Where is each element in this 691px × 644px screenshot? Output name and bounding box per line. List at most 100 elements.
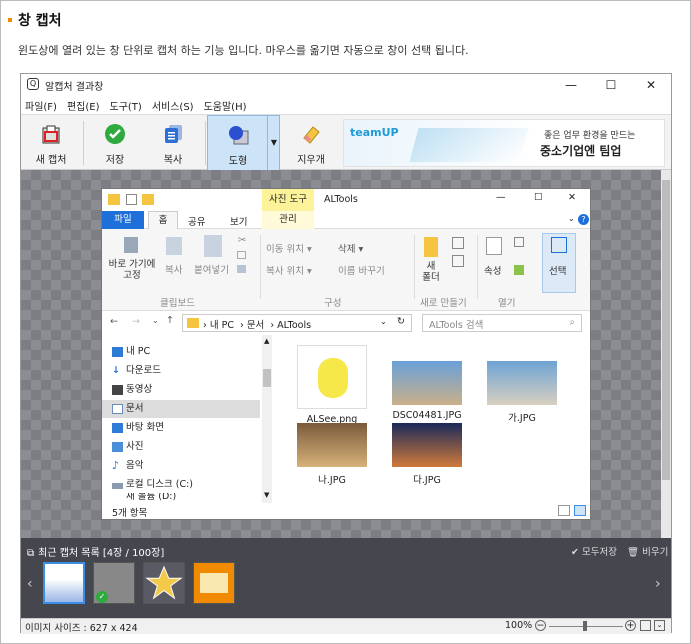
scroll-up-icon[interactable]: ▲ — [264, 337, 269, 345]
explorer-close-icon[interactable]: ✕ — [568, 192, 576, 203]
copy-to-button[interactable]: 복사 위치 ▾ — [266, 263, 312, 277]
up-arrow-icon[interactable]: ↑ — [166, 315, 174, 326]
help-icon[interactable]: ? — [578, 214, 589, 225]
eraser-button[interactable]: 지우개 — [281, 115, 341, 171]
menu-help[interactable]: 도움말(H) — [204, 98, 247, 113]
clear-button[interactable]: 🗑 비우기 — [627, 544, 668, 558]
recent-title: ⧉ 최근 캡처 목록 [4장 / 100장] — [27, 548, 165, 559]
canvas-scroll-thumb[interactable] — [662, 180, 670, 480]
breadcrumb-altools[interactable]: ALTools — [277, 320, 311, 331]
recent-next-arrow-icon[interactable]: › — [655, 576, 661, 592]
search-input[interactable]: ALTools 검색 — [429, 320, 483, 331]
ad-brand: teamUP — [350, 126, 399, 139]
file-item[interactable]: DSC04481.JPG — [389, 361, 465, 421]
zoom-in-icon[interactable]: + — [625, 620, 636, 631]
recent-thumb-1[interactable] — [43, 562, 85, 604]
menu-services[interactable]: 서비스(S) — [152, 98, 194, 113]
copy-button[interactable]: 복사 — [165, 262, 182, 276]
title-bar: Q 알캡처 결과창 — ☐ ✕ — [21, 74, 671, 96]
history-icon[interactable] — [514, 265, 524, 275]
select-label: 선택 — [549, 266, 567, 277]
nav-item-videos[interactable]: 동영상 — [112, 381, 152, 399]
breadcrumb-pc[interactable]: 내 PC — [210, 320, 234, 331]
scroll-thumb[interactable] — [263, 369, 271, 387]
paste-button[interactable]: 붙여넣기 — [194, 262, 229, 276]
file-item[interactable]: 가.JPG — [484, 361, 560, 424]
recent-dropdown-icon[interactable]: ⌄ — [152, 316, 159, 325]
cut-icon[interactable]: ✂ — [238, 235, 246, 246]
file-item[interactable]: ALSee.png — [294, 345, 370, 425]
delete-button[interactable]: 삭제 ▾ — [338, 241, 363, 255]
tab-home[interactable]: 홈 — [148, 211, 178, 229]
address-bar[interactable]: › 내 PC › 문서 › ALTools ⌄ ↻ — [182, 314, 412, 332]
file-item[interactable]: 다.JPG — [389, 423, 465, 486]
nav-item-this-pc[interactable]: 내 PC — [112, 343, 150, 361]
ribbon-collapse-icon[interactable]: ⌄ — [568, 214, 575, 223]
tab-view[interactable]: 보기 — [230, 214, 247, 228]
recent-thumb-4[interactable] — [193, 562, 235, 604]
copy-button[interactable]: 복사 — [143, 115, 203, 171]
pin-icon — [124, 237, 138, 253]
rename-button[interactable]: 이름 바꾸기 — [338, 263, 385, 277]
shape-button[interactable]: 도형 ▼ — [207, 115, 280, 171]
new-folder-button[interactable]: 새 폴더 — [420, 261, 442, 283]
scroll-down-icon[interactable]: ▼ — [264, 491, 269, 499]
tab-manage[interactable]: 관리 — [262, 211, 314, 229]
back-arrow-icon[interactable]: ← — [110, 316, 118, 327]
nav-item-pictures[interactable]: 사진 — [112, 438, 143, 456]
explorer-maximize-icon[interactable]: ☐ — [534, 192, 543, 203]
nav-item-desktop[interactable]: 바탕 화면 — [112, 419, 164, 437]
zoom-out-icon[interactable]: − — [535, 620, 546, 631]
address-dropdown-icon[interactable]: ⌄ — [380, 317, 387, 326]
pin-quick-access-button[interactable]: 바로 가기에 고정 — [106, 259, 158, 281]
teamup-ad-banner[interactable]: teamUP 좋은 업무 환경을 만드는 중소기업엔 팀업 — [343, 119, 665, 167]
new-capture-button[interactable]: 새 캡처 — [21, 115, 81, 171]
fit-window-icon[interactable] — [640, 620, 651, 631]
nav-item-music[interactable]: ♪ 음악 — [112, 457, 143, 475]
explorer-minimize-icon[interactable]: — — [496, 192, 506, 203]
minimize-button[interactable]: — — [551, 76, 591, 94]
canvas-scrollbar[interactable] — [661, 170, 671, 538]
alsee-thumbnail — [297, 345, 367, 409]
recent-prev-arrow-icon[interactable]: ‹ — [27, 576, 33, 592]
copy-path-icon[interactable] — [237, 251, 246, 259]
nav-item-downloads[interactable]: ↓ 다운로드 — [112, 362, 161, 380]
recent-thumb-3[interactable] — [143, 562, 185, 604]
actual-size-icon[interactable]: ⌄ — [654, 620, 665, 631]
capture-result-window: Q 알캡처 결과창 — ☐ ✕ 파일(F) 편집(E) 도구(T) 서비스(S)… — [20, 73, 672, 634]
nav-item-volume-d[interactable]: 새 볼륨 (D:) — [126, 493, 176, 503]
properties-button[interactable]: 속성 — [484, 263, 501, 277]
file-item[interactable]: 나.JPG — [294, 423, 370, 486]
photo-thumbnail — [392, 361, 462, 405]
contextual-tab: 사진 도구 — [262, 189, 314, 211]
shape-dropdown-arrow-icon[interactable]: ▼ — [267, 116, 280, 170]
section-title: 창 캡처 — [8, 10, 62, 30]
ribbon-tabs: 파일 홈 공유 보기 관리 ⌄ ? — [102, 211, 590, 229]
menu-tools[interactable]: 도구(T) — [110, 98, 142, 113]
nav-scrollbar[interactable]: ▲ ▼ — [262, 335, 272, 503]
refresh-icon[interactable]: ↻ — [397, 316, 405, 327]
menu-file[interactable]: 파일(F) — [25, 98, 57, 113]
menu-edit[interactable]: 편집(E) — [67, 98, 100, 113]
save-button[interactable]: 저장 — [85, 115, 145, 171]
status-bar: 이미지 사이즈 : 627 x 424 100% − + ⌄ — [21, 618, 671, 634]
tab-share[interactable]: 공유 — [188, 214, 205, 228]
zoom-slider-handle[interactable] — [583, 621, 587, 631]
nav-item-documents[interactable]: 문서 — [102, 400, 260, 418]
tab-file[interactable]: 파일 — [102, 211, 144, 229]
nav-item-local-disk-c[interactable]: 로컬 디스크 (C:) — [112, 476, 193, 494]
forward-arrow-icon[interactable]: → — [132, 316, 140, 327]
large-icons-view-icon[interactable] — [574, 505, 586, 516]
details-view-icon[interactable] — [558, 505, 570, 516]
paste-shortcut-icon[interactable] — [237, 265, 246, 273]
breadcrumb-documents[interactable]: 문서 — [247, 320, 264, 331]
close-button[interactable]: ✕ — [631, 76, 671, 94]
save-all-button[interactable]: ✔ 모두저장 — [571, 544, 617, 558]
recent-thumb-2[interactable]: ✓ — [93, 562, 135, 604]
new-item-icon[interactable] — [452, 237, 464, 249]
move-to-button[interactable]: 이동 위치 ▾ — [266, 241, 312, 255]
search-box[interactable]: ALTools 검색 ⌕ — [422, 314, 582, 332]
maximize-button[interactable]: ☐ — [591, 76, 631, 94]
easy-access-icon[interactable] — [452, 255, 464, 267]
open-icon[interactable] — [514, 237, 524, 247]
